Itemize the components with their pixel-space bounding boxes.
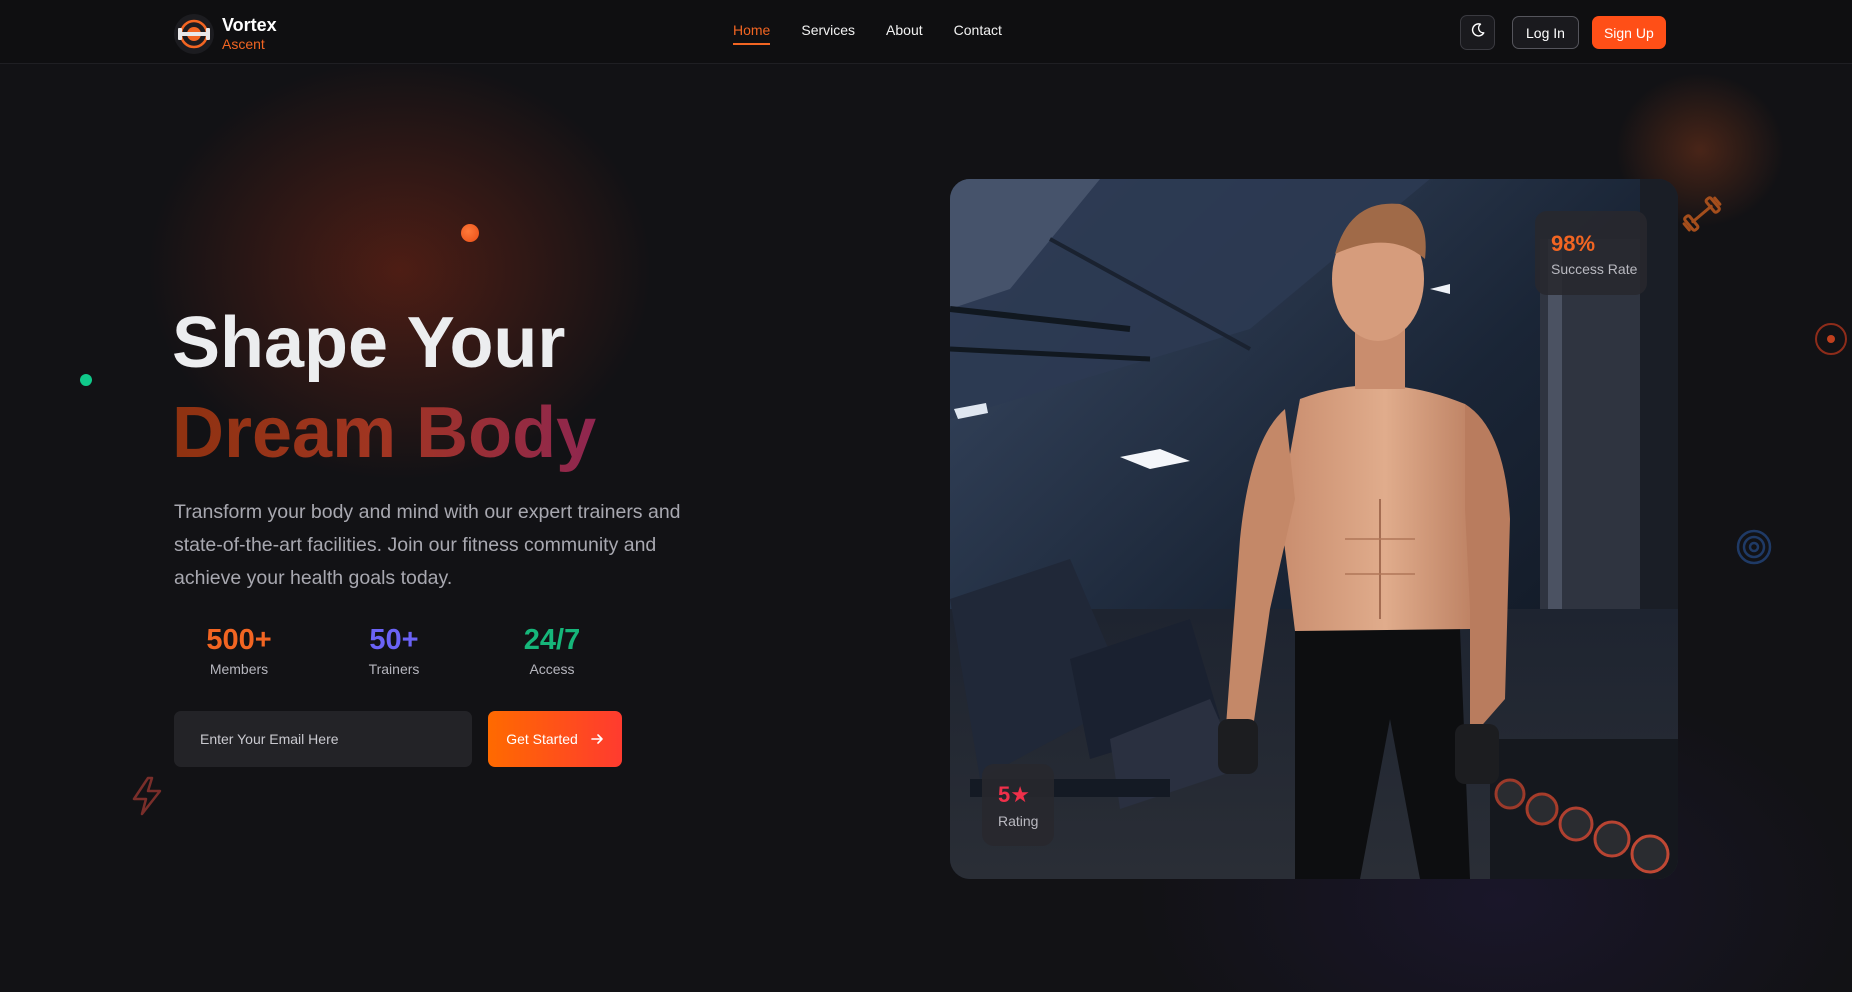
signup-button[interactable]: Sign Up [1591, 16, 1666, 49]
success-rate-badge: 98% Success Rate [1535, 211, 1647, 295]
nav-link-about[interactable]: About [886, 22, 923, 45]
rating-value: 5★ [998, 782, 1030, 807]
hero-title: Shape Your Dream Body [172, 298, 596, 478]
hero-title-line2: Dream Body [172, 388, 596, 478]
email-signup-form: Get Started [174, 711, 622, 767]
decor-green-dot [80, 374, 92, 386]
stat-label: Members [209, 661, 269, 677]
lightning-icon [128, 775, 166, 822]
rating-label: Rating [998, 813, 1039, 829]
get-started-button[interactable]: Get Started [488, 711, 622, 767]
brand-logo-icon [174, 14, 214, 54]
nav-link-contact[interactable]: Contact [954, 22, 1002, 45]
decor-orange-dot [461, 224, 479, 242]
brand-subtitle: Ascent [222, 35, 265, 52]
concentric-circles-icon [1736, 529, 1772, 570]
success-rate-value: 98% [1551, 231, 1596, 256]
stat-value: 500+ [206, 624, 272, 656]
stat-access: 24/7 Access [487, 624, 617, 677]
brand[interactable]: Vortex Ascent [174, 14, 277, 54]
login-button[interactable]: Log In [1512, 16, 1579, 49]
stat-label: Access [529, 661, 575, 677]
navbar: Vortex Ascent Home Services About Contac… [0, 0, 1852, 64]
rating-badge: 5★ Rating [982, 764, 1054, 846]
email-input[interactable] [174, 711, 472, 767]
stat-members: 500+ Members [174, 624, 304, 677]
success-rate-label: Success Rate [1551, 261, 1638, 277]
moon-icon [1470, 22, 1486, 43]
stat-trainers: 50+ Trainers [329, 624, 459, 677]
brand-name: Vortex [222, 14, 277, 35]
nav-links: Home Services About Contact [733, 22, 1033, 45]
stat-value: 50+ [369, 624, 419, 656]
nav-actions: Log In Sign Up [1460, 15, 1666, 50]
target-icon [1814, 322, 1848, 361]
arrow-right-icon [590, 732, 604, 746]
get-started-label: Get Started [506, 731, 578, 747]
stat-label: Trainers [368, 661, 420, 677]
theme-toggle-button[interactable] [1460, 15, 1495, 50]
page: Vortex Ascent Home Services About Contac… [0, 0, 1852, 992]
hero-description: Transform your body and mind with our ex… [174, 501, 681, 589]
stats-row: 500+ Members 50+ Trainers 24/7 Access [174, 624, 614, 684]
nav-link-home[interactable]: Home [733, 22, 771, 45]
nav-link-services[interactable]: Services [801, 22, 855, 45]
dumbbell-icon [1678, 190, 1726, 243]
hero-title-line1: Shape Your [172, 303, 566, 383]
stat-value: 24/7 [523, 624, 581, 656]
